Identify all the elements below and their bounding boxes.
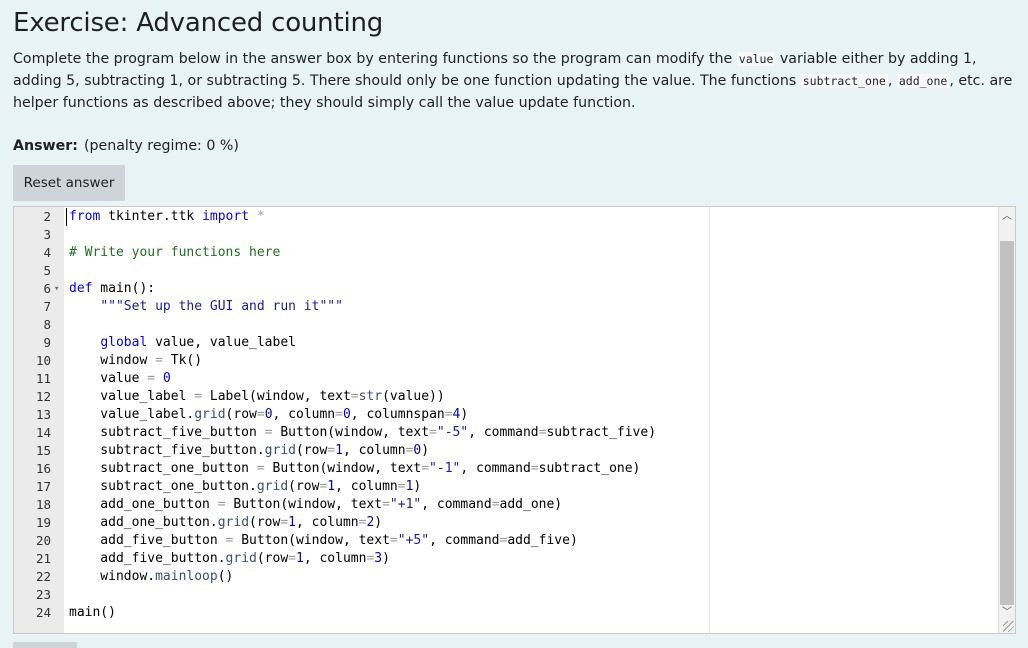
code-text: add_five_button.grid(row=1, column=3) — [69, 551, 390, 566]
code-lines[interactable]: 2 from tkinter.ttk import * 3 4 # Write yo… — [14, 208, 997, 622]
code-line[interactable]: 18 add_one_button = Button(window, text=… — [14, 496, 997, 514]
line-number: 16 — [35, 461, 51, 476]
code-text: value_label.grid(row=0, column=0, column… — [69, 407, 469, 422]
line-number: 3 — [43, 227, 51, 242]
code-line[interactable]: 5 — [14, 262, 997, 280]
code-text: global value, value_label — [100, 335, 296, 350]
line-number: 10 — [35, 353, 51, 368]
code-text: add_one_button.grid(row=1, column=2) — [69, 515, 383, 530]
answer-header: Answer: (penalty regime: 0 %) — [13, 138, 239, 154]
code-text: subtract_five_button = Button(window, te… — [69, 425, 657, 440]
code-text: """Set up the GUI and run it""" — [100, 299, 343, 314]
line-number: 15 — [35, 443, 51, 458]
line-number: 17 — [35, 479, 51, 494]
code-text: subtract_one_button = Button(window, tex… — [69, 461, 641, 476]
line-number: 19 — [35, 515, 51, 530]
code-line[interactable]: 12 value_label = Label(window, text=str(… — [14, 388, 997, 406]
line-number: 7 — [43, 299, 51, 314]
line-number: 6 — [43, 281, 51, 296]
code-line[interactable]: 8 — [14, 316, 997, 334]
code-line[interactable]: 3 — [14, 226, 997, 244]
reset-answer-button[interactable]: Reset answer — [13, 165, 125, 201]
line-number: 8 — [43, 317, 51, 332]
code-text: subtract_one_button.grid(row=1, column=1… — [69, 479, 422, 494]
text-cursor — [66, 208, 67, 226]
line-number: 13 — [35, 407, 51, 422]
inline-code: value — [736, 52, 776, 66]
line-number: 24 — [35, 605, 51, 620]
code-text: from tkinter.ttk import * — [69, 209, 265, 224]
line-number: 22 — [35, 569, 51, 584]
code-line[interactable]: 11 value = 0 — [14, 370, 997, 388]
code-text: # Write your functions here — [69, 245, 281, 260]
code-line[interactable]: 14 subtract_five_button = Button(window,… — [14, 424, 997, 442]
line-number: 4 — [43, 245, 51, 260]
page-title: Exercise: Advanced counting — [13, 8, 384, 38]
line-number: 20 — [35, 533, 51, 548]
code-line[interactable]: 23 — [14, 586, 997, 604]
code-line[interactable]: 7 """Set up the GUI and run it""" — [14, 298, 997, 316]
chevron-up-icon[interactable]: ︿ — [999, 209, 1015, 225]
code-editor[interactable]: 2 from tkinter.ttk import * 3 4 # Write yo… — [13, 206, 1016, 634]
code-text: window = Tk() — [69, 353, 203, 368]
line-number: 18 — [35, 497, 51, 512]
line-number: 14 — [35, 425, 51, 440]
code-text: subtract_five_button.grid(row=1, column=… — [69, 443, 430, 458]
code-line[interactable]: 21 add_five_button.grid(row=1, column=3) — [14, 550, 997, 568]
line-number: 23 — [35, 587, 51, 602]
line-number: 9 — [43, 335, 51, 350]
inline-code: subtract_one — [800, 74, 888, 88]
code-line[interactable]: 6 ▾ def main(): — [14, 280, 997, 298]
code-line[interactable]: 24 main() — [14, 604, 997, 622]
code-line[interactable]: 22 window.mainloop() — [14, 568, 997, 586]
prompt-text: , — [887, 73, 897, 89]
penalty-regime: (penalty regime: 0 %) — [83, 138, 239, 154]
scrollbar-thumb[interactable] — [1000, 241, 1014, 605]
code-text: add_five_button = Button(window, text="+… — [69, 533, 578, 548]
code-line[interactable]: 15 subtract_five_button.grid(row=1, colu… — [14, 442, 997, 460]
check-button[interactable] — [13, 642, 77, 648]
code-line[interactable]: 16 subtract_one_button = Button(window, … — [14, 460, 997, 478]
line-number: 11 — [35, 371, 51, 386]
code-line[interactable]: 4 # Write your functions here — [14, 244, 997, 262]
code-text: value_label = Label(window, text=str(val… — [69, 389, 445, 404]
code-text: value = 0 — [69, 371, 171, 386]
line-number: 2 — [43, 209, 51, 224]
line-number: 12 — [35, 389, 51, 404]
code-line[interactable]: 20 add_five_button = Button(window, text… — [14, 532, 997, 550]
code-line[interactable]: 13 value_label.grid(row=0, column=0, col… — [14, 406, 997, 424]
line-number: 5 — [43, 263, 51, 278]
inline-code: add_one — [896, 74, 950, 88]
fold-toggle-icon[interactable]: ▾ — [54, 280, 59, 298]
code-text: add_one_button = Button(window, text="+1… — [69, 497, 563, 512]
resize-handle-icon[interactable] — [1003, 621, 1014, 632]
exercise-description: Complete the program below in the answer… — [13, 48, 1013, 114]
code-line[interactable]: 17 subtract_one_button.grid(row=1, colum… — [14, 478, 997, 496]
code-line[interactable]: 2 from tkinter.ttk import * — [14, 208, 997, 226]
code-text: main() — [69, 605, 116, 620]
code-line[interactable]: 9 global value, value_label — [14, 334, 997, 352]
code-text: def main(): — [69, 281, 156, 296]
code-text: window.mainloop() — [69, 569, 234, 584]
code-line[interactable]: 10 window = Tk() — [14, 352, 997, 370]
line-number: 21 — [35, 551, 51, 566]
prompt-text: Complete the program below in the answer… — [13, 51, 737, 67]
vertical-scrollbar[interactable]: ︿ ﹀ — [998, 207, 1015, 633]
chevron-down-icon[interactable]: ﹀ — [999, 605, 1015, 621]
answer-label: Answer: — [13, 138, 78, 154]
code-line[interactable]: 19 add_one_button.grid(row=1, column=2) — [14, 514, 997, 532]
